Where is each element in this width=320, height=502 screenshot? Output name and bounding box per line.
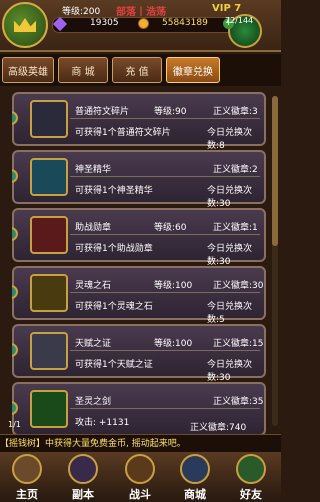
list-scrollbar[interactable] — [272, 96, 278, 426]
gem-count: 19305 — [90, 18, 119, 28]
item-name: 助战勋章 — [75, 223, 112, 233]
exchange-item[interactable]: 普通符文碎片 等级:90 正义徽章:3 可获得1个普通符文碎片 今日兑换次数:8 — [12, 92, 266, 151]
item-name: 天赋之证 — [75, 339, 112, 349]
exchange-item[interactable]: 助战勋章 等级:60 正义徽章:1 可获得1个助战勋章 今日兑换次数:30 — [12, 208, 266, 267]
gem-knob-icon — [12, 111, 18, 125]
gem-knob-icon — [12, 343, 18, 357]
item-level: 等级:90 — [154, 107, 187, 117]
item-exchange-count: 今日兑换次数:30 — [207, 360, 253, 383]
gold-coin-icon — [138, 18, 149, 29]
item-level: 等级:100 — [154, 281, 193, 291]
divider — [70, 408, 260, 409]
item-exchange-count: 今日兑换次数:30 — [207, 186, 253, 209]
item-desc: 可获得1个助战勋章 — [75, 244, 153, 254]
item-cost: 正义徽章:35 — [213, 397, 264, 407]
player-avatar[interactable] — [2, 2, 48, 48]
holy-essence-icon — [30, 158, 68, 196]
item-desc: 可获得1个神圣精华 — [75, 186, 153, 196]
divider — [70, 176, 260, 177]
item-exchange-count: 今日兑换次数:5 — [207, 302, 253, 325]
vip-badge[interactable]: VIP 7 — [212, 3, 241, 14]
item-desc: 攻击: +1131 — [75, 418, 130, 428]
exchange-item[interactable]: 神圣精华 正义徽章:2 可获得1个神圣精华 今日兑换次数:30 — [12, 150, 266, 209]
soul-stone-icon — [30, 274, 68, 312]
divider — [70, 350, 260, 351]
item-exchange-count: 今日兑换次数:30 — [207, 244, 253, 267]
nav-shop[interactable]: 商城 — [172, 452, 218, 501]
gem-knob-icon — [12, 401, 18, 415]
crown-icon — [14, 18, 36, 32]
top-header: 等级:200 部落丨浩荡 VIP 7 19305 55843189 + 72/1… — [0, 0, 281, 52]
house-icon — [12, 454, 42, 484]
item-exchange-count: 今日兑换次数:8 — [207, 128, 253, 151]
talent-scroll-icon — [30, 332, 68, 370]
player-level: 等级:200 — [62, 7, 101, 17]
medal-book-icon — [30, 216, 68, 254]
nav-home[interactable]: 主页 — [4, 452, 50, 501]
nav-dungeon[interactable]: 副本 — [60, 452, 106, 501]
item-cost: 正义徽章:3 — [213, 107, 258, 117]
exchange-item[interactable]: 天赋之证 等级:100 正义徽章:15 可获得1个天赋之证 今日兑换次数:30 — [12, 324, 266, 383]
tab-advanced-heroes[interactable]: 高级英雄 — [2, 57, 54, 83]
item-name: 圣灵之剑 — [75, 397, 112, 407]
item-name: 普通符文碎片 — [75, 107, 130, 117]
item-cost: 正义徽章:15 — [213, 339, 264, 349]
crossed-swords-icon — [125, 454, 155, 484]
badge-balance: 正义徽章:740 — [190, 423, 247, 433]
tab-badge-exchange[interactable]: 徽章兑换 — [166, 57, 220, 83]
item-cost: 正义徽章:2 — [213, 165, 258, 175]
item-desc: 可获得1个天赋之证 — [75, 360, 153, 370]
gem-knob-icon — [12, 227, 18, 241]
item-cost: 正义徽章:1 — [213, 223, 258, 233]
gem-knob-icon — [12, 169, 18, 183]
item-level: 等级:100 — [154, 339, 193, 349]
exchange-item[interactable]: 灵魂之石 等级:100 正义徽章:30 可获得1个灵魂之石 今日兑换次数:5 — [12, 266, 266, 325]
item-name: 神圣精华 — [75, 165, 112, 175]
page-indicator: 1/1 — [8, 420, 21, 429]
nav-friends[interactable]: 好友 — [228, 452, 274, 501]
ogre-icon — [68, 454, 98, 484]
rune-shard-icon — [30, 100, 68, 138]
tab-recharge[interactable]: 充 值 — [112, 57, 162, 83]
shop-tabs: 高级英雄 商 城 充 值 徽章兑换 — [0, 54, 281, 86]
merchant-icon — [180, 454, 210, 484]
energy-count: 72/144 — [225, 16, 254, 25]
item-desc: 可获得1个普通符文碎片 — [75, 128, 171, 138]
item-desc: 可获得1个灵魂之石 — [75, 302, 153, 312]
item-name: 灵魂之石 — [75, 281, 112, 291]
faction-label: 部落丨浩荡 — [116, 7, 166, 18]
gold-count: 55843189 — [162, 18, 208, 28]
news-ticker: 【摇钱树】中获得大量免费金币, 摇动起来吧。 — [0, 434, 281, 453]
sword-icon — [30, 390, 68, 428]
scrollbar-thumb[interactable] — [272, 96, 278, 246]
divider — [70, 234, 260, 235]
divider — [70, 292, 260, 293]
gem-knob-icon — [12, 285, 18, 299]
tab-shop[interactable]: 商 城 — [58, 57, 108, 83]
nav-battle[interactable]: 战斗 — [117, 452, 163, 501]
item-cost: 正义徽章:30 — [213, 281, 264, 291]
bottom-nav: 主页 副本 战斗 商城 好友 — [0, 452, 281, 501]
goblin-icon — [236, 454, 266, 484]
item-level: 等级:60 — [154, 223, 187, 233]
divider — [70, 118, 260, 119]
